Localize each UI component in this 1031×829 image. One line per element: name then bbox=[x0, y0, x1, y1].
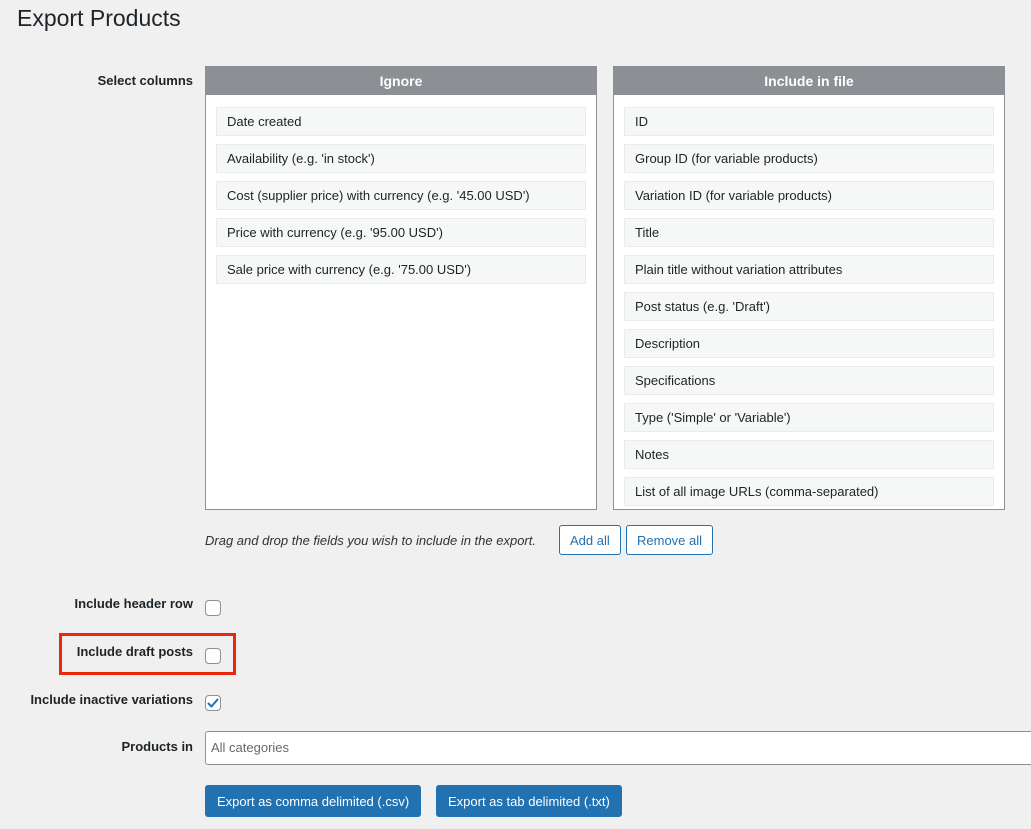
include-item-group-id[interactable]: Group ID (for variable products) bbox=[624, 144, 994, 173]
ignore-item-cost[interactable]: Cost (supplier price) with currency (e.g… bbox=[216, 181, 586, 210]
ignore-heading: Ignore bbox=[206, 67, 596, 95]
include-item-title[interactable]: Title bbox=[624, 218, 994, 247]
checkmark-icon bbox=[207, 698, 219, 708]
include-column-box[interactable]: Include in file ID Group ID (for variabl… bbox=[613, 66, 1005, 510]
export-txt-button[interactable]: Export as tab delimited (.txt) bbox=[436, 785, 622, 817]
ignore-item-sale-price[interactable]: Sale price with currency (e.g. '75.00 US… bbox=[216, 255, 586, 284]
ignore-item-availability[interactable]: Availability (e.g. 'in stock') bbox=[216, 144, 586, 173]
include-item-variation-id[interactable]: Variation ID (for variable products) bbox=[624, 181, 994, 210]
include-heading: Include in file bbox=[614, 67, 1004, 95]
include-item-specifications[interactable]: Specifications bbox=[624, 366, 994, 395]
add-all-button[interactable]: Add all bbox=[559, 525, 621, 555]
include-item-post-status[interactable]: Post status (e.g. 'Draft') bbox=[624, 292, 994, 321]
include-item-type[interactable]: Type ('Simple' or 'Variable') bbox=[624, 403, 994, 432]
remove-all-button[interactable]: Remove all bbox=[626, 525, 714, 555]
export-csv-button[interactable]: Export as comma delimited (.csv) bbox=[205, 785, 422, 817]
page-title: Export Products bbox=[17, 5, 181, 31]
products-in-label: Products in bbox=[121, 739, 193, 754]
include-item-plain-title[interactable]: Plain title without variation attributes bbox=[624, 255, 994, 284]
include-inactive-variations-label: Include inactive variations bbox=[30, 692, 193, 707]
ignore-column-box[interactable]: Ignore Date created Availability (e.g. '… bbox=[205, 66, 597, 510]
include-draft-posts-checkbox[interactable] bbox=[205, 648, 221, 664]
drag-drop-hint: Drag and drop the fields you wish to inc… bbox=[205, 533, 536, 548]
include-draft-posts-label: Include draft posts bbox=[76, 644, 193, 659]
ignore-item-date-created[interactable]: Date created bbox=[216, 107, 586, 136]
include-inactive-variations-checkbox[interactable] bbox=[205, 695, 221, 711]
ignore-item-price[interactable]: Price with currency (e.g. '95.00 USD') bbox=[216, 218, 586, 247]
include-header-row-checkbox[interactable] bbox=[205, 600, 221, 616]
products-in-select[interactable]: All categories bbox=[205, 731, 1031, 765]
include-header-row-label: Include header row bbox=[74, 596, 193, 611]
select-columns-label: Select columns bbox=[97, 73, 193, 88]
include-item-description[interactable]: Description bbox=[624, 329, 994, 358]
include-list: ID Group ID (for variable products) Vari… bbox=[614, 95, 1004, 506]
include-item-image-urls[interactable]: List of all image URLs (comma-separated) bbox=[624, 477, 994, 506]
ignore-list: Date created Availability (e.g. 'in stoc… bbox=[206, 95, 596, 284]
include-item-notes[interactable]: Notes bbox=[624, 440, 994, 469]
include-item-id[interactable]: ID bbox=[624, 107, 994, 136]
